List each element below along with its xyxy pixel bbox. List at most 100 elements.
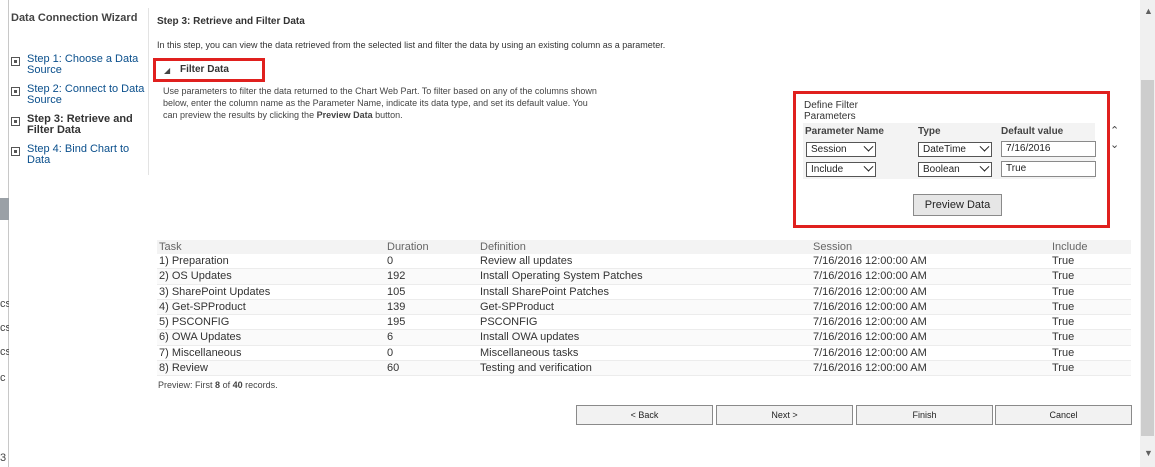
selected-value: DateTime — [923, 144, 966, 155]
cell-include: True — [1052, 346, 1075, 359]
cell-duration: 192 — [387, 270, 406, 283]
table-row: 5) PSCONFIG 195 PSCONFIG 7/16/2016 12:00:00… — [157, 315, 1131, 331]
column-header-parameter-name: Parameter Name — [805, 126, 884, 137]
cell-definition: Miscellaneous tasks — [480, 346, 579, 359]
step-bullet-icon — [11, 57, 20, 66]
wizard-step-label: Step 3: Retrieve and Filter Data — [27, 113, 133, 136]
cell-task: 7) Miscellaneous — [159, 346, 242, 359]
header-session: Session — [813, 241, 853, 253]
cell-task: 8) Review — [159, 362, 208, 375]
intro-text: In this step, you can view the data retr… — [157, 40, 666, 50]
cell-include: True — [1052, 285, 1075, 298]
records-total: 40 — [232, 380, 243, 390]
table-row: 7) Miscellaneous 0 Miscellaneous tasks 7/16… — [157, 346, 1131, 362]
parameter-name-select[interactable]: Include — [806, 161, 876, 177]
cell-session: 7/16/2016 12:00:00 AM — [813, 285, 927, 298]
cell-task: 3) SharePoint Updates — [159, 285, 271, 298]
chevron-up-icon[interactable]: ⌃ — [1110, 124, 1119, 138]
background-text: cs — [0, 298, 9, 310]
wizard-step-bind-chart[interactable]: Step 4: Bind Chart to Data — [11, 144, 149, 170]
param-scroll-arrows[interactable]: ⌃ ⌄ — [1110, 124, 1119, 152]
default-value-input[interactable]: 7/16/2016 — [1001, 141, 1096, 157]
cell-task: 5) PSCONFIG — [159, 316, 230, 329]
type-select[interactable]: DateTime — [918, 141, 992, 157]
next-button[interactable]: Next > — [716, 405, 853, 425]
cell-definition: PSCONFIG — [480, 316, 538, 329]
step-bullet-icon — [11, 147, 20, 156]
cell-task: 4) Get-SPProduct — [159, 300, 246, 313]
cell-task: 6) OWA Updates — [159, 331, 242, 344]
table-row: 3) SharePoint Updates 105 Install SharePoi… — [157, 285, 1131, 300]
records-prefix: Preview: First — [158, 380, 213, 390]
scroll-up-icon[interactable]: ▲ — [1144, 6, 1153, 16]
vertical-scrollbar[interactable]: ▲ ▼ — [1140, 0, 1155, 467]
cell-include: True — [1052, 300, 1075, 313]
cell-task: 2) OS Updates — [159, 270, 232, 283]
column-header-default-value: Default value — [1001, 126, 1064, 137]
cell-definition: Install Operating System Patches — [480, 270, 643, 283]
cell-definition: Install SharePoint Patches — [480, 285, 610, 298]
chevron-down-icon — [979, 161, 990, 172]
wizard-step-retrieve-filter[interactable]: Step 3: Retrieve and Filter Data — [11, 114, 149, 140]
selected-value: Include — [811, 164, 844, 175]
selected-value: Boolean — [923, 164, 960, 175]
cell-session: 7/16/2016 12:00:00 AM — [813, 316, 927, 329]
cell-include: True — [1052, 316, 1075, 329]
preview-data-button[interactable]: Preview Data — [913, 194, 1002, 216]
cell-definition: Review all updates — [480, 255, 573, 267]
cell-definition: Testing and verification — [480, 362, 592, 375]
finish-button[interactable]: Finish — [856, 405, 993, 425]
table-row: 6) OWA Updates 6 Install OWA updates 7/16/2… — [157, 330, 1131, 346]
chevron-down-icon[interactable]: ⌄ — [1110, 138, 1119, 152]
step-bullet-icon — [11, 87, 20, 96]
scrollbar-thumb[interactable] — [1141, 80, 1154, 436]
cell-session: 7/16/2016 12:00:00 AM — [813, 362, 927, 375]
cell-session: 7/16/2016 12:00:00 AM — [813, 300, 927, 313]
page-title: Step 3: Retrieve and Filter Data — [157, 16, 305, 27]
cell-task: 1) Preparation — [159, 255, 229, 267]
wizard-step-label: Step 1: Choose a Data Source — [27, 53, 139, 76]
cell-duration: 0 — [387, 255, 394, 267]
cell-include: True — [1052, 331, 1075, 344]
wizard-nav: Data Connection Wizard Step 1: Choose a … — [9, 8, 149, 175]
type-select[interactable]: Boolean — [918, 161, 992, 177]
description-bold-text: Preview Data — [316, 110, 373, 120]
filter-data-label: Filter Data — [180, 64, 229, 75]
records-shown: 8 — [215, 380, 221, 390]
chevron-down-icon — [863, 161, 874, 172]
filter-data-toggle[interactable]: ◢ Filter Data — [153, 58, 265, 82]
scroll-down-icon[interactable]: ▼ — [1144, 448, 1153, 458]
filter-panel-title: Define Filter Parameters — [804, 100, 858, 122]
collapse-triangle-icon: ◢ — [164, 66, 171, 75]
wizard-step-connect[interactable]: Step 2: Connect to Data Source — [11, 84, 149, 110]
filter-description: Use parameters to filter the data return… — [163, 85, 603, 121]
data-table: Task Duration Definition Session Include… — [157, 240, 1131, 377]
column-header-type: Type — [918, 126, 941, 137]
cell-duration: 139 — [387, 300, 406, 313]
chevron-down-icon — [863, 141, 874, 152]
cell-duration: 195 — [387, 316, 406, 329]
selected-value: Session — [811, 144, 847, 155]
header-task: Task — [159, 241, 182, 253]
background-text: c — [0, 372, 6, 384]
cancel-button[interactable]: Cancel — [995, 405, 1132, 425]
wizard-step-label: Step 2: Connect to Data Source — [27, 83, 145, 106]
cell-session: 7/16/2016 12:00:00 AM — [813, 270, 927, 283]
records-of: of — [222, 380, 231, 390]
background-text: 3 — [0, 452, 7, 464]
table-row: 1) Preparation 0 Review all updates 7/16/20… — [157, 254, 1131, 270]
table-row: 2) OS Updates 192 Install Operating System… — [157, 269, 1131, 285]
default-value-input[interactable]: True — [1001, 161, 1096, 177]
background-band — [0, 198, 9, 220]
table-header: Task Duration Definition Session Include — [157, 240, 1131, 254]
cell-duration: 105 — [387, 285, 406, 298]
cell-session: 7/16/2016 12:00:00 AM — [813, 346, 927, 359]
step-bullet-icon — [11, 117, 20, 126]
header-duration: Duration — [387, 241, 429, 253]
back-button[interactable]: < Back — [576, 405, 713, 425]
cell-definition: Install OWA updates — [480, 331, 580, 344]
table-row: 4) Get-SPProduct 139 Get-SPProduct 7/16/201… — [157, 299, 1131, 316]
chevron-down-icon — [979, 141, 990, 152]
wizard-step-choose-source[interactable]: Step 1: Choose a Data Source — [11, 54, 149, 80]
parameter-name-select[interactable]: Session — [806, 141, 876, 157]
